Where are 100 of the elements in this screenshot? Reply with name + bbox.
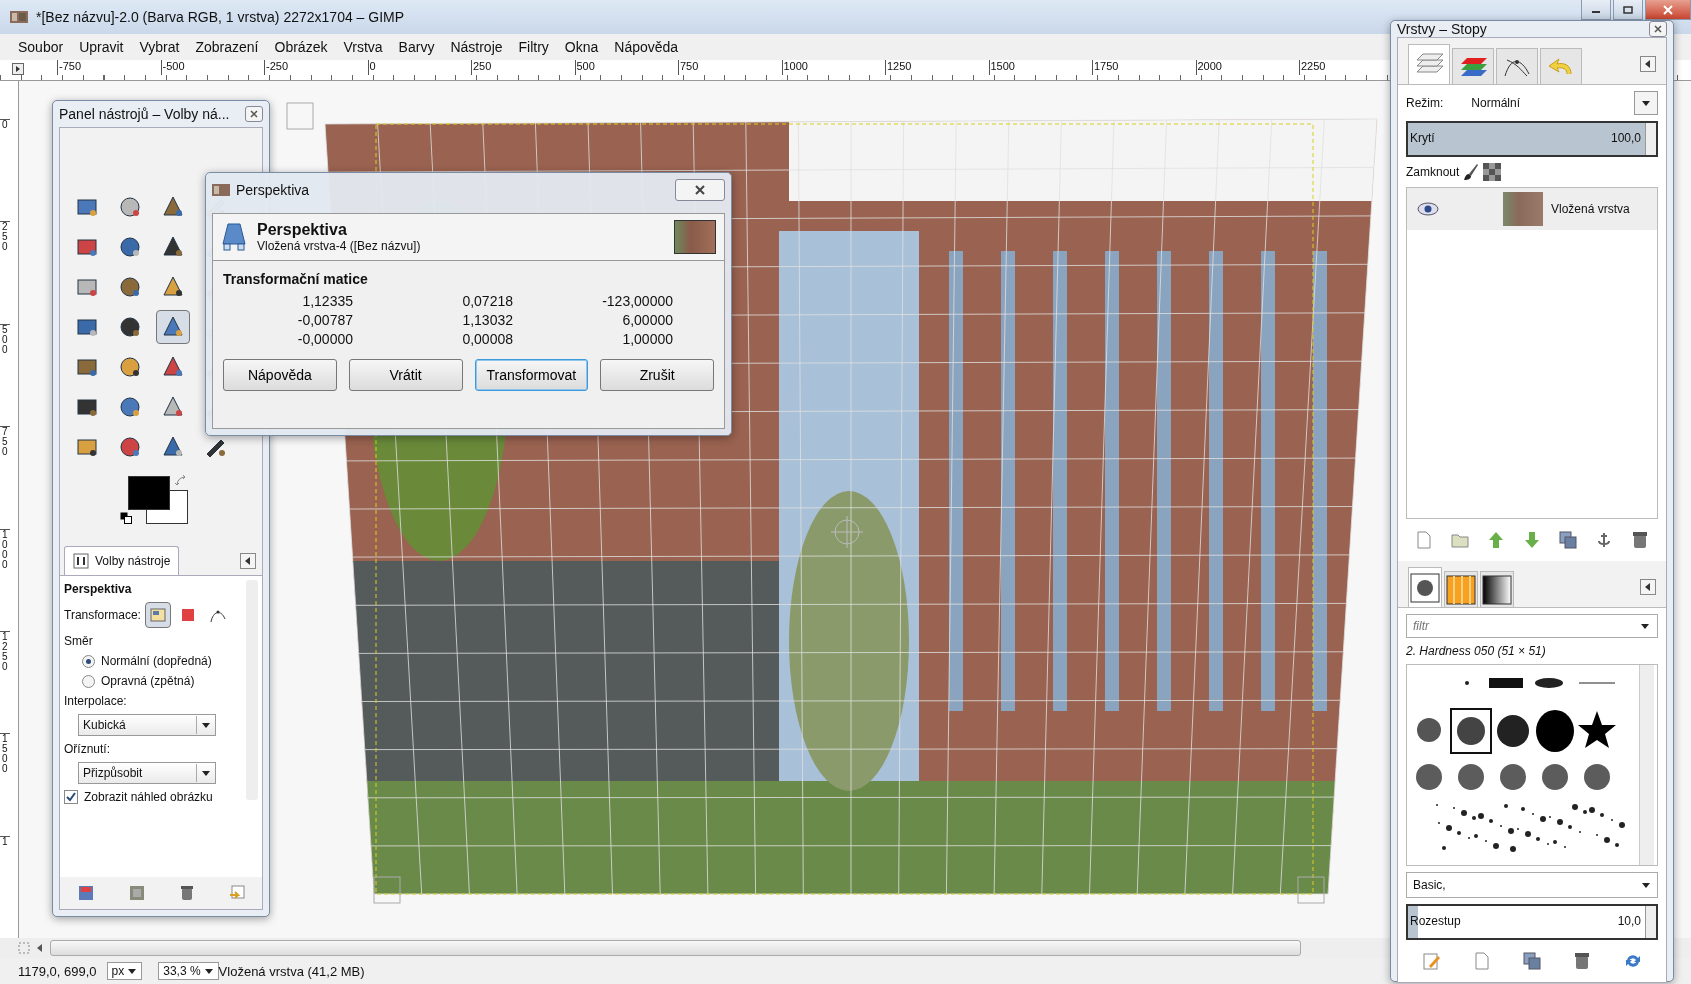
down-arrow-icon[interactable] <box>1523 531 1541 549</box>
ruler-label: -500 <box>160 60 264 75</box>
foreground-color-swatch[interactable] <box>128 476 170 510</box>
caret-icon <box>127 967 138 975</box>
app-icon <box>10 10 28 24</box>
duplicate-icon[interactable] <box>1559 531 1577 549</box>
brush-icon[interactable] <box>1463 163 1480 181</box>
transform-handle[interactable] <box>1297 876 1325 904</box>
menu-item[interactable]: Okna <box>564 37 599 57</box>
selection-icon[interactable] <box>180 608 195 622</box>
checkerboard-icon[interactable] <box>1483 163 1502 181</box>
ruler-label: 1500 <box>988 60 1092 75</box>
anchor-icon[interactable] <box>1595 531 1613 549</box>
transform-handle[interactable] <box>373 876 401 904</box>
radio-option[interactable]: Normální (dopředná) <box>64 654 212 668</box>
brush-name: 2. Hardness 050 (51 × 51) <box>1406 644 1547 658</box>
brush-preview-icon <box>1410 572 1440 603</box>
preset-dropdown[interactable]: Basic, <box>1406 872 1658 898</box>
dialog-button[interactable]: Zrušit <box>600 359 714 391</box>
dialog-button[interactable]: Transformovat <box>474 359 589 391</box>
menu-item[interactable]: Vrstva <box>343 37 383 57</box>
unit-dropdown[interactable]: px <box>106 962 143 980</box>
tool-icon <box>117 354 143 380</box>
duplicate-icon[interactable] <box>1522 952 1541 970</box>
trash-icon[interactable] <box>1631 531 1649 549</box>
ruler-label: 0 <box>0 119 10 222</box>
refresh-icon[interactable] <box>1623 952 1642 970</box>
menu-item[interactable]: Barvy <box>398 37 435 57</box>
section-heading: Transformační matice <box>222 270 369 289</box>
perspective-icon <box>221 222 247 252</box>
ruler-label: -750 <box>57 60 161 75</box>
dialog-button[interactable]: Vrátit <box>348 359 463 391</box>
restore-icon[interactable] <box>128 885 145 901</box>
ruler-label: 1500 <box>0 733 10 836</box>
horizontal-scrollbar[interactable] <box>50 940 1301 956</box>
tool-icon <box>117 234 143 260</box>
menu-item[interactable]: Filtry <box>518 37 549 57</box>
caret-left-icon <box>1645 60 1651 68</box>
dock-tab[interactable] <box>1480 571 1514 607</box>
default-colors-icon[interactable] <box>120 512 132 524</box>
tool-icon <box>117 314 143 340</box>
eye-icon[interactable] <box>1417 202 1439 216</box>
interpolation-dropdown[interactable]: Kubická <box>78 714 216 736</box>
menu-item[interactable]: Nástroje <box>450 37 503 57</box>
maximize-button[interactable] <box>1613 0 1643 20</box>
dock-tab[interactable] <box>1408 567 1442 607</box>
menu-item[interactable]: Soubor <box>18 37 64 57</box>
field-label: Směr <box>64 634 94 648</box>
close-button[interactable] <box>675 179 725 201</box>
filter-field[interactable]: filtr <box>1406 614 1658 638</box>
transform-layer-button[interactable] <box>144 602 171 628</box>
ruler-label: 0 <box>367 60 471 75</box>
trash-icon[interactable] <box>1573 952 1592 970</box>
ruler-label: 1250 <box>885 60 989 75</box>
close-button[interactable] <box>1645 0 1691 20</box>
matrix-value: -0,00787 <box>296 312 353 328</box>
layer-row[interactable]: Vložená vrstva <box>1407 188 1657 230</box>
zoom-dropdown[interactable]: 33,3 % <box>158 962 219 980</box>
panel-menu-button[interactable] <box>240 552 256 569</box>
radio-option[interactable]: Opravná (zpětná) <box>64 674 195 688</box>
vertical-scrollbar[interactable] <box>1639 665 1654 865</box>
up-arrow-icon[interactable] <box>1487 531 1505 549</box>
ruler-menu-icon[interactable] <box>12 63 24 75</box>
save-icon[interactable] <box>77 885 94 901</box>
caret-icon[interactable] <box>1640 623 1650 630</box>
mode-dropdown-button[interactable] <box>1634 91 1658 115</box>
spacing-spinner[interactable]: Rozestup 10,0 <box>1406 904 1658 940</box>
field-label: Režim: <box>1406 96 1444 110</box>
close-icon <box>250 110 258 118</box>
preview-checkbox[interactable]: Zobrazit náhled obrázku <box>64 790 213 804</box>
tool-options-tab[interactable]: Volby nástroje <box>64 546 180 575</box>
layer-name: Vložená vrstva-4 ([Bez názvu]) <box>257 239 422 253</box>
opacity-spinner[interactable]: Krytí 100,0 <box>1406 121 1658 157</box>
trash-icon[interactable] <box>179 885 194 901</box>
ruler-label: 250 <box>471 60 575 75</box>
dialog-button[interactable]: Nápověda <box>223 359 337 391</box>
ruler-label: -250 <box>264 60 368 75</box>
close-button[interactable] <box>1649 21 1667 37</box>
menu-item[interactable]: Upravit <box>79 37 124 57</box>
panel-menu-button[interactable] <box>1640 579 1656 595</box>
caret-left-icon <box>1645 583 1651 591</box>
menu-item[interactable]: Zobrazení <box>195 37 259 57</box>
clipping-dropdown[interactable]: Přizpůsobit <box>78 762 216 784</box>
menu-item[interactable]: Vybrat <box>139 37 180 57</box>
matrix-value: -0,00000 <box>296 331 353 347</box>
tool-button[interactable] <box>156 310 190 344</box>
swap-arrows-icon[interactable] <box>174 474 188 488</box>
menu-item[interactable]: Nápověda <box>614 37 679 57</box>
ruler-label: 1000 <box>0 528 10 631</box>
menu-item[interactable]: Obrázek <box>274 37 328 57</box>
ruler-label: 750 <box>0 426 10 529</box>
field-label: Oříznutí: <box>64 742 111 756</box>
close-button[interactable] <box>245 106 263 122</box>
scroll-left-icon[interactable] <box>36 943 44 953</box>
tool-icon <box>117 194 143 220</box>
transform-handle[interactable] <box>286 102 314 130</box>
tool-icon <box>117 274 143 300</box>
minimize-button[interactable] <box>1581 0 1611 20</box>
panel-menu-button[interactable] <box>1640 56 1656 72</box>
matrix-value: 1,13032 <box>461 312 513 328</box>
